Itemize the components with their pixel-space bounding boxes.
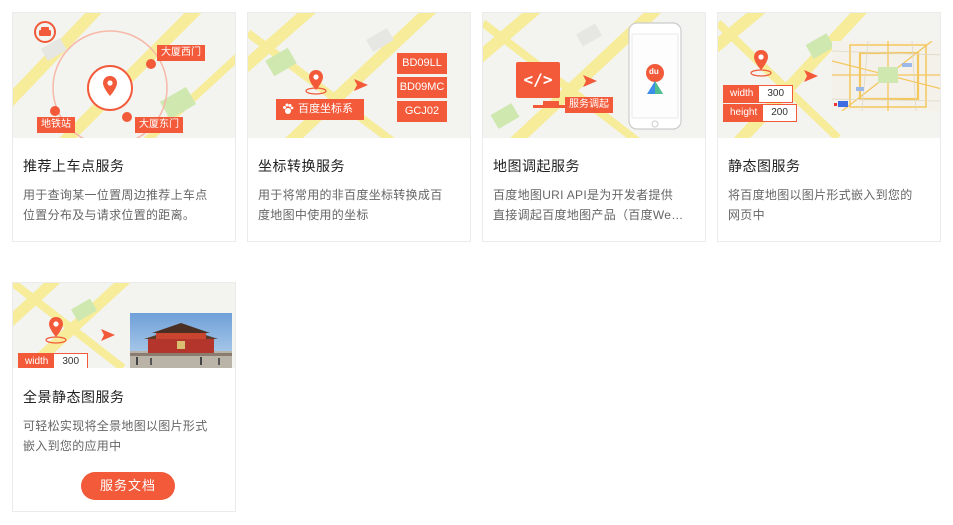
map-pin-icon [754, 50, 768, 70]
service-card-pickup[interactable]: 大厦西门 地铁站 大厦东门 推荐上车点服务 用于查询某一位置周边推荐上车点 位置… [12, 12, 236, 242]
poi-tag-east-gate: 大厦东门 [135, 117, 183, 133]
service-docs-button[interactable]: 服务文档 [81, 472, 175, 500]
card-thumbnail: 大厦西门 地铁站 大厦东门 [13, 13, 235, 138]
baidu-paw-icon [283, 103, 294, 114]
card-thumbnail: </> 服务调起 du [483, 13, 705, 138]
car-icon [34, 21, 56, 43]
card-description: 用于查询某一位置周边推荐上车点 位置分布及与请求位置的距离。 [23, 188, 208, 222]
card-description: 将百度地图以图片形式嵌入到您的 网页中 [728, 188, 913, 222]
card-title: 地图调起服务 [493, 158, 580, 174]
card-thumbnail: width 300 [13, 283, 235, 368]
source-coord-label: 百度坐标系 [276, 99, 364, 120]
card-title: 推荐上车点服务 [23, 158, 125, 174]
card-description: 用于将常用的非百度坐标转换成百 度地图中使用的坐标 [258, 188, 443, 222]
tiananmen-photo-icon [130, 313, 232, 368]
map-thumbnail-icon [832, 41, 940, 111]
coord-type-bd09mc: BD09MC [397, 77, 447, 98]
service-card-coord-convert[interactable]: 百度坐标系 BD09LL BD09MC GCJ02 坐标转换服务 用于将常用的非… [247, 12, 471, 242]
coord-type-gcj02: GCJ02 [397, 101, 447, 122]
card-thumbnail: width 300 height 200 [718, 13, 940, 138]
param-height: height 200 [723, 104, 797, 122]
service-card-panorama[interactable]: width 300 全景静态图服务 可轻松实现将全景地图以图片形式 嵌入到您的应… [12, 282, 236, 512]
card-description: 百度地图URI API是为开发者提供 直接调起百度地图产品（百度We… [493, 188, 684, 222]
map-pin-icon [309, 70, 323, 90]
map-pin-icon [103, 76, 117, 96]
service-card-static-map[interactable]: width 300 height 200 静态图服务 将百度地图以图片形式嵌入到… [717, 12, 941, 242]
invoke-tag: 服务调起 [565, 97, 613, 113]
coord-type-bd09ll: BD09LL [397, 53, 447, 74]
param-width: width 300 [723, 85, 794, 103]
code-icon: </> [516, 62, 560, 98]
card-title: 静态图服务 [728, 158, 801, 174]
card-title: 全景静态图服务 [23, 389, 125, 405]
phone-icon [628, 22, 682, 130]
service-card-map-invoke[interactable]: </> 服务调起 du 地图调起服务 百度地图URI API是为开发者提供 直接… [482, 12, 706, 242]
poi-tag-west-gate: 大厦西门 [157, 45, 205, 61]
poi-tag-subway: 地铁站 [37, 117, 75, 133]
card-description: 可轻松实现将全景地图以图片形式 嵌入到您的应用中 [23, 419, 208, 453]
param-width: width 300 [18, 353, 89, 368]
map-pin-icon [49, 317, 63, 337]
card-title: 坐标转换服务 [258, 158, 345, 174]
card-thumbnail: 百度坐标系 BD09LL BD09MC GCJ02 [248, 13, 470, 138]
app-label: du [649, 67, 659, 76]
